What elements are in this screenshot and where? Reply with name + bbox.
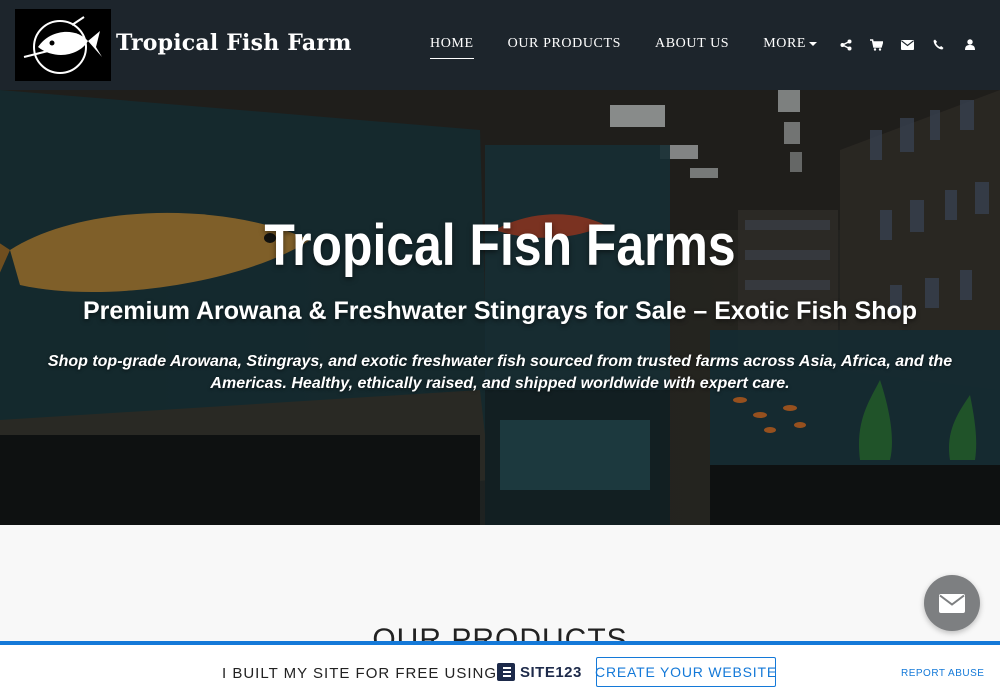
fish-logo-icon <box>23 16 102 74</box>
cart-icon[interactable] <box>869 37 884 52</box>
hero-subtitle: Premium Arowana & Freshwater Stingrays f… <box>82 297 918 325</box>
create-website-button[interactable]: CREATE YOUR WEBSITE <box>595 657 776 687</box>
site123-banner: I BUILT MY SITE FOR FREE USING SITE123 C… <box>0 641 1000 700</box>
report-abuse-link[interactable]: REPORT ABUSE <box>901 668 984 679</box>
site123-logo-icon <box>497 663 515 681</box>
site-header: Tropical Fish Farm HOME OUR PRODUCTS ABO… <box>0 0 1000 90</box>
header-icons <box>838 37 977 52</box>
hero-description: Shop top-grade Arowana, Stingrays, and e… <box>47 353 953 392</box>
products-section: OUR PRODUCTS <box>0 525 1000 656</box>
main-nav: HOME OUR PRODUCTS ABOUT US MORE <box>430 36 818 59</box>
nav-our-products[interactable]: OUR PRODUCTS <box>508 36 621 59</box>
nav-home[interactable]: HOME <box>430 36 474 59</box>
user-icon[interactable] <box>962 37 977 52</box>
site123-logo-text: SITE123 <box>520 663 582 681</box>
hero-banner: Tropical Fish Farms Premium Arowana & Fr… <box>0 90 1000 525</box>
brand-name[interactable]: Tropical Fish Farm <box>116 30 352 56</box>
site123-logo[interactable]: SITE123 <box>497 663 582 681</box>
banner-text: I BUILT MY SITE FOR FREE USING <box>222 665 498 682</box>
share-icon[interactable] <box>838 37 853 52</box>
site-logo[interactable] <box>15 9 111 81</box>
envelope-icon <box>939 593 965 613</box>
chat-button[interactable] <box>924 575 980 631</box>
phone-icon[interactable] <box>931 37 946 52</box>
chevron-down-icon <box>809 41 818 46</box>
hero-title: Tropical Fish Farms <box>264 213 736 278</box>
nav-more-label: MORE <box>763 36 807 51</box>
envelope-icon[interactable] <box>900 37 915 52</box>
nav-about-us[interactable]: ABOUT US <box>655 36 729 59</box>
nav-more[interactable]: MORE <box>763 36 818 59</box>
